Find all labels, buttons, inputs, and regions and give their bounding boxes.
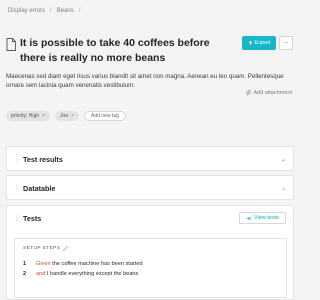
datatable-section[interactable]: ⋮ Datatable ⌄ bbox=[6, 175, 294, 200]
paperclip-icon bbox=[246, 90, 252, 96]
export-button-label: Export bbox=[254, 40, 271, 46]
test-results-section[interactable]: ⋮ Test results ⌄ bbox=[6, 146, 294, 171]
tag-label: priority: High bbox=[11, 113, 40, 119]
add-attachment-label: Add attachment bbox=[253, 90, 292, 96]
page-title: It is possible to take 40 coffees before… bbox=[20, 37, 210, 64]
step-keyword: and bbox=[36, 271, 46, 277]
breadcrumb-separator: / bbox=[78, 8, 81, 14]
step-text: and I handle everything except the beans bbox=[36, 271, 138, 277]
drag-handle-icon[interactable]: ⋮ bbox=[14, 156, 20, 163]
drag-handle-icon[interactable]: ⋮ bbox=[14, 215, 20, 222]
remove-tag-icon[interactable]: × bbox=[71, 113, 74, 119]
remove-tag-icon[interactable]: × bbox=[42, 113, 45, 119]
section-title: Test results bbox=[23, 154, 63, 164]
breadcrumb-item-beans[interactable]: Beans bbox=[57, 8, 74, 14]
tag-list: priority: High × Jira × Add new tag bbox=[6, 111, 126, 121]
more-options-button[interactable]: ··· bbox=[279, 36, 293, 50]
step-number: 1 bbox=[23, 261, 27, 267]
page: Display errors / Beans / It is possible … bbox=[0, 0, 300, 300]
step-body: the coffee machine has been started bbox=[52, 261, 143, 267]
document-icon bbox=[6, 38, 16, 51]
tag-label: Jira bbox=[60, 113, 69, 119]
tag-jira[interactable]: Jira × bbox=[55, 111, 79, 121]
drag-handle-icon[interactable]: ⋮ bbox=[14, 185, 20, 192]
tag-priority[interactable]: priority: High × bbox=[6, 111, 50, 121]
setup-steps-panel: SETUP STEPS 1 Given the coffee machine h… bbox=[14, 238, 287, 298]
section-title: Datatable bbox=[23, 183, 56, 193]
setup-step: 1 Given the coffee machine has been star… bbox=[23, 261, 143, 267]
chevron-down-icon[interactable]: ⌄ bbox=[281, 185, 286, 192]
add-attachment-button[interactable]: Add attachment bbox=[245, 90, 292, 96]
chevron-down-icon[interactable]: ⌄ bbox=[281, 156, 286, 163]
eye-icon bbox=[246, 216, 252, 220]
step-body: I handle everything except the beans bbox=[46, 271, 139, 277]
breadcrumb-item-display-errors[interactable]: Display errors bbox=[8, 8, 45, 14]
setup-steps-title: SETUP STEPS bbox=[23, 246, 61, 251]
view-tests-label: View tests bbox=[254, 215, 279, 221]
step-number: 2 bbox=[23, 271, 27, 277]
breadcrumb: Display errors / Beans / bbox=[8, 8, 80, 14]
tests-section: ⋮ Tests View tests SETUP STEPS 1 Given t… bbox=[6, 205, 294, 300]
step-keyword: Given bbox=[36, 261, 51, 267]
step-text: Given the coffee machine has been starte… bbox=[36, 261, 143, 267]
view-tests-button[interactable]: View tests bbox=[239, 212, 286, 224]
export-icon bbox=[248, 40, 252, 45]
test-description: Maecenas sed diam eget risus varius blan… bbox=[6, 73, 284, 89]
setup-step: 2 and I handle everything except the bea… bbox=[23, 271, 138, 277]
breadcrumb-separator: / bbox=[50, 8, 52, 14]
setup-steps-heading: SETUP STEPS bbox=[23, 246, 69, 251]
add-tag-button[interactable]: Add new tag bbox=[83, 111, 126, 121]
export-button[interactable]: Export bbox=[242, 36, 276, 50]
section-title: Tests bbox=[23, 213, 42, 223]
edit-pencil-icon[interactable] bbox=[63, 246, 69, 251]
more-icon: ··· bbox=[283, 40, 289, 46]
